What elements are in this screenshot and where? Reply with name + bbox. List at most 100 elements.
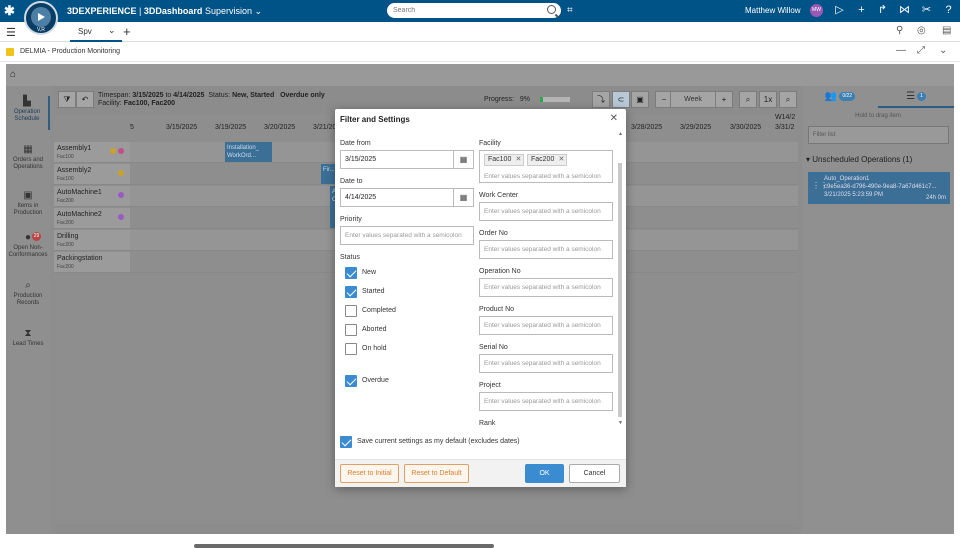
- tag-icon[interactable]: ⌗: [567, 5, 578, 16]
- priority-input[interactable]: Enter values separated with a semicolon: [340, 226, 474, 245]
- drag-handle-icon[interactable]: ⋮⋮: [812, 182, 828, 190]
- nav-items-in-production[interactable]: ▣ Items in Production: [6, 190, 50, 217]
- facility-chip[interactable]: Fac200 ✕: [527, 154, 568, 166]
- operation-name: Auto_Operation1: [824, 176, 870, 182]
- dialog-scrollbar[interactable]: [618, 163, 622, 417]
- calendar-icon[interactable]: ▦: [453, 189, 473, 206]
- ok-button[interactable]: OK: [525, 464, 564, 483]
- zoom-out-button[interactable]: ⌕: [739, 91, 757, 108]
- chevron-down-icon[interactable]: ⌄: [108, 25, 116, 36]
- checkbox[interactable]: [345, 324, 357, 336]
- serial-no-input[interactable]: Enter values separated with a semicolon: [479, 354, 613, 373]
- reset-initial-button[interactable]: Reset to Initial: [340, 464, 399, 483]
- table-icon: ▦: [23, 144, 33, 155]
- order-no-input[interactable]: Enter values separated with a semicolon: [479, 240, 613, 259]
- list-icon: ☰: [906, 91, 916, 102]
- close-icon[interactable]: ✕: [610, 113, 618, 124]
- filter-list-input[interactable]: Filter list: [808, 126, 949, 144]
- checkbox[interactable]: [345, 267, 357, 279]
- unscheduled-operation[interactable]: ⋮⋮ Auto_Operation1 c9e5ea36-d796-490e-9e…: [808, 172, 950, 204]
- horizontal-scrollbar[interactable]: [194, 544, 494, 548]
- facility-field[interactable]: Fac100 ✕ Fac200 ✕ Enter values separated w…: [479, 150, 613, 183]
- undo-button[interactable]: ↶: [76, 91, 94, 108]
- share-icon[interactable]: ↱: [876, 4, 889, 17]
- layout-button[interactable]: ▣: [631, 91, 649, 108]
- checkbox[interactable]: [345, 286, 357, 298]
- tab-list[interactable]: ☰ 1: [878, 86, 954, 108]
- tab-spv[interactable]: Spv ⌄: [70, 22, 122, 42]
- operation-bar[interactable]: Installation_ WorkOrd...: [225, 142, 272, 162]
- arrange-button[interactable]: ⤵: [592, 91, 610, 108]
- user-name[interactable]: Matthew Willow: [745, 6, 801, 15]
- filter-button[interactable]: ⧩: [58, 91, 76, 108]
- list-badge: 1: [917, 91, 926, 101]
- ds-logo-icon[interactable]: ✱: [4, 3, 20, 19]
- checkbox[interactable]: [340, 436, 352, 448]
- checkbox[interactable]: [345, 375, 357, 387]
- resource-row[interactable]: Packingstation Fac200: [54, 252, 130, 273]
- remove-chip-icon[interactable]: ✕: [515, 155, 521, 165]
- operation-no-input[interactable]: Enter values separated with a semicolon: [479, 278, 613, 297]
- checkbox[interactable]: [345, 343, 357, 355]
- link-icon: ⊂: [617, 95, 625, 104]
- menu-icon[interactable]: ☰: [6, 26, 16, 39]
- widget-header: DELMIA - Production Monitoring — ⤢ ⌄: [0, 42, 960, 62]
- avatar[interactable]: MW: [810, 4, 823, 17]
- resource-row[interactable]: Drilling Fac200: [54, 230, 130, 251]
- search-person-icon[interactable]: ⚲: [896, 25, 903, 36]
- unscheduled-title[interactable]: ▾ Unscheduled Operations (1): [806, 155, 912, 164]
- tab-resources[interactable]: 👥 0/22: [802, 86, 878, 108]
- work-center-input[interactable]: Enter values separated with a semicolon: [479, 202, 613, 221]
- product-no-label: Product No: [479, 306, 515, 313]
- scroll-thumb[interactable]: [618, 163, 622, 417]
- feed-icon[interactable]: ▷: [833, 4, 846, 17]
- chevron-down-icon[interactable]: ⌄: [254, 6, 262, 16]
- zoom-in-button[interactable]: ⌕: [779, 91, 797, 108]
- search-icon[interactable]: [547, 5, 556, 14]
- product-no-input[interactable]: Enter values separated with a semicolon: [479, 316, 613, 335]
- chat-icon[interactable]: ▤: [942, 25, 951, 36]
- order-no-label: Order No: [479, 230, 508, 237]
- home-icon[interactable]: ⌂: [10, 69, 16, 80]
- nav-production-records[interactable]: ⌕ Production Records: [6, 280, 50, 307]
- nav-open-nonconformances[interactable]: ● 29 Open Non-Conformances: [6, 232, 50, 259]
- resource-row[interactable]: AutoMachine1 Fac200: [54, 186, 130, 207]
- nav-lead-times[interactable]: ⧗ Lead Times: [6, 328, 50, 348]
- search-input[interactable]: [387, 3, 537, 18]
- next-button[interactable]: +: [715, 91, 733, 108]
- resource-row[interactable]: AutoMachine2 Fac200: [54, 208, 130, 229]
- rank-label: Rank: [479, 420, 496, 427]
- view-select[interactable]: Week: [670, 91, 716, 108]
- operation-bar[interactable]: Fir...: [321, 164, 335, 184]
- calendar-icon[interactable]: ▦: [453, 151, 473, 168]
- cancel-button[interactable]: Cancel: [569, 464, 620, 483]
- add-icon[interactable]: +: [855, 4, 868, 17]
- chevron-down-icon[interactable]: ⌄: [939, 45, 947, 56]
- date-to-field[interactable]: 4/14/2025 ▦: [340, 188, 474, 207]
- tools-icon[interactable]: ✂: [920, 4, 933, 17]
- help-icon[interactable]: ?: [942, 4, 955, 17]
- scroll-up-icon[interactable]: ▲: [618, 131, 623, 137]
- nav-orders-operations[interactable]: ▦ Orders and Operations: [6, 144, 50, 171]
- dashboard-selector[interactable]: Supervision: [205, 6, 252, 16]
- glasses-icon[interactable]: ◎: [917, 25, 926, 36]
- scroll-down-icon[interactable]: ▼: [618, 420, 623, 426]
- facility-chip[interactable]: Fac100 ✕: [484, 154, 525, 166]
- dialog-body: Date from 3/15/2025 ▦ Date to 4/14/2025 …: [340, 131, 623, 427]
- network-icon[interactable]: ⋈: [898, 4, 911, 17]
- date-from-field[interactable]: 3/15/2025 ▦: [340, 150, 474, 169]
- checkbox[interactable]: [345, 305, 357, 317]
- add-tab-icon[interactable]: +: [123, 24, 131, 39]
- project-input[interactable]: Enter values separated with a semicolon: [479, 392, 613, 411]
- nav-operation-schedule[interactable]: ▙ Operation Schedule: [6, 96, 50, 130]
- link-button[interactable]: ⊂: [612, 91, 630, 108]
- nonconformance-badge: 29: [32, 232, 41, 241]
- maximize-icon[interactable]: ⤢: [917, 45, 925, 56]
- zoom-level[interactable]: 1x: [759, 91, 777, 108]
- minimize-icon[interactable]: —: [896, 45, 906, 56]
- remove-chip-icon[interactable]: ✕: [558, 155, 564, 165]
- resource-row[interactable]: Assembly2 Fac100: [54, 164, 130, 185]
- reset-default-button[interactable]: Reset to Default: [404, 464, 469, 483]
- resource-row[interactable]: Assembly1 Fac100: [54, 142, 130, 163]
- compass-icon[interactable]: V,R: [24, 1, 58, 35]
